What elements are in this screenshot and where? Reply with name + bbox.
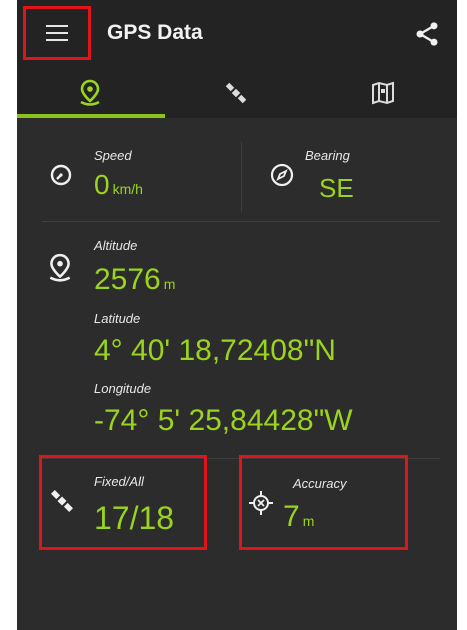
tab-indicator [17, 114, 165, 118]
fixed-all-highlight [39, 455, 207, 550]
speed-value: 0 km/h [94, 169, 143, 200]
accuracy-highlight [239, 455, 408, 550]
app-bar: GPS Data [17, 0, 457, 68]
bearing-label: Bearing [305, 148, 350, 163]
satellite-icon [225, 82, 247, 104]
compass-icon [270, 163, 294, 187]
latitude-value: 4° 40' 18,72408"N [94, 334, 336, 367]
tab-bar [17, 68, 457, 118]
divider [241, 142, 242, 212]
location-pin-icon [49, 253, 71, 282]
tab-satellites[interactable] [163, 68, 309, 118]
page-title: GPS Data [107, 21, 203, 44]
bearing-value: SE [319, 173, 354, 203]
altitude-unit: m [163, 276, 176, 292]
tab-location[interactable] [17, 68, 163, 118]
share-icon[interactable] [413, 20, 441, 48]
gps-data-screen: GPS Data Speed 0 km/h Bearing SE Altitud… [17, 0, 457, 630]
speed-unit: km/h [112, 181, 143, 197]
tab-map[interactable] [309, 68, 457, 118]
location-pin-icon [80, 79, 100, 106]
hamburger-menu-icon [46, 25, 68, 41]
altitude-value: 2576 m [94, 263, 176, 296]
longitude-label: Longitude [94, 381, 152, 396]
latitude-label: Latitude [94, 311, 141, 326]
divider [42, 221, 440, 222]
altitude-label: Altitude [94, 238, 138, 253]
speedometer-icon [50, 164, 72, 186]
map-icon [372, 81, 394, 105]
speed-label: Speed [94, 148, 132, 163]
longitude-value: -74° 5' 25,84428"W [94, 404, 353, 437]
menu-button[interactable] [23, 6, 91, 60]
